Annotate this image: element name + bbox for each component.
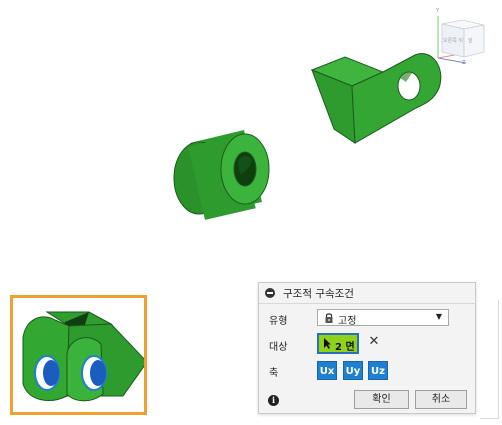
selection-preview-thumbnail bbox=[10, 295, 148, 415]
axis-ux-button[interactable]: Ux bbox=[317, 361, 337, 380]
view-cube[interactable]: Y Z 오른쪽 뒤 앞 bbox=[432, 8, 492, 70]
view-cube-face-right[interactable]: 앞 bbox=[468, 37, 473, 44]
ok-button[interactable]: 확인 bbox=[354, 390, 409, 409]
cancel-button[interactable]: 취소 bbox=[415, 390, 467, 409]
type-value: 고정 bbox=[338, 316, 357, 327]
graphics-viewport[interactable]: Y Z 오른쪽 뒤 앞 구조적 구속조건 유형 고정 ▼ 대상 2 면 ✕ 축 … bbox=[0, 0, 502, 425]
type-label: 유형 bbox=[269, 316, 288, 327]
view-cube-z-axis: Z bbox=[462, 60, 466, 66]
viewport-border-right bbox=[498, 300, 499, 418]
structural-constraint-dialog: 구조적 구속조건 유형 고정 ▼ 대상 2 면 ✕ 축 Ux Uy Uz i 확… bbox=[258, 282, 476, 414]
sleeve-part[interactable] bbox=[173, 130, 270, 220]
dialog-title: 구조적 구속조건 bbox=[283, 288, 354, 300]
info-icon[interactable]: i bbox=[268, 395, 279, 406]
axis-uy-button[interactable]: Uy bbox=[343, 361, 363, 380]
thumbnail-bracket-graphic bbox=[22, 311, 148, 402]
clear-selection-icon[interactable]: ✕ bbox=[367, 335, 381, 349]
bracket-part[interactable] bbox=[310, 53, 442, 144]
view-cube-face-left[interactable]: 오른쪽 뒤 bbox=[443, 37, 463, 44]
lock-icon bbox=[325, 313, 333, 323]
target-selection-button[interactable]: 2 면 bbox=[317, 333, 359, 354]
dialog-header: 구조적 구속조건 bbox=[259, 283, 475, 304]
view-cube-y-axis: Y bbox=[436, 8, 440, 14]
selection-count: 2 면 bbox=[335, 342, 355, 353]
cursor-arrow-icon bbox=[324, 338, 331, 349]
axis-label: 축 bbox=[269, 368, 279, 379]
viewport-border-bottom bbox=[480, 418, 499, 419]
chevron-down-icon: ▼ bbox=[435, 312, 442, 321]
axis-uz-button[interactable]: Uz bbox=[368, 361, 388, 380]
type-dropdown[interactable]: 고정 ▼ bbox=[317, 309, 449, 327]
collapse-icon[interactable] bbox=[265, 288, 275, 298]
target-label: 대상 bbox=[269, 342, 288, 353]
